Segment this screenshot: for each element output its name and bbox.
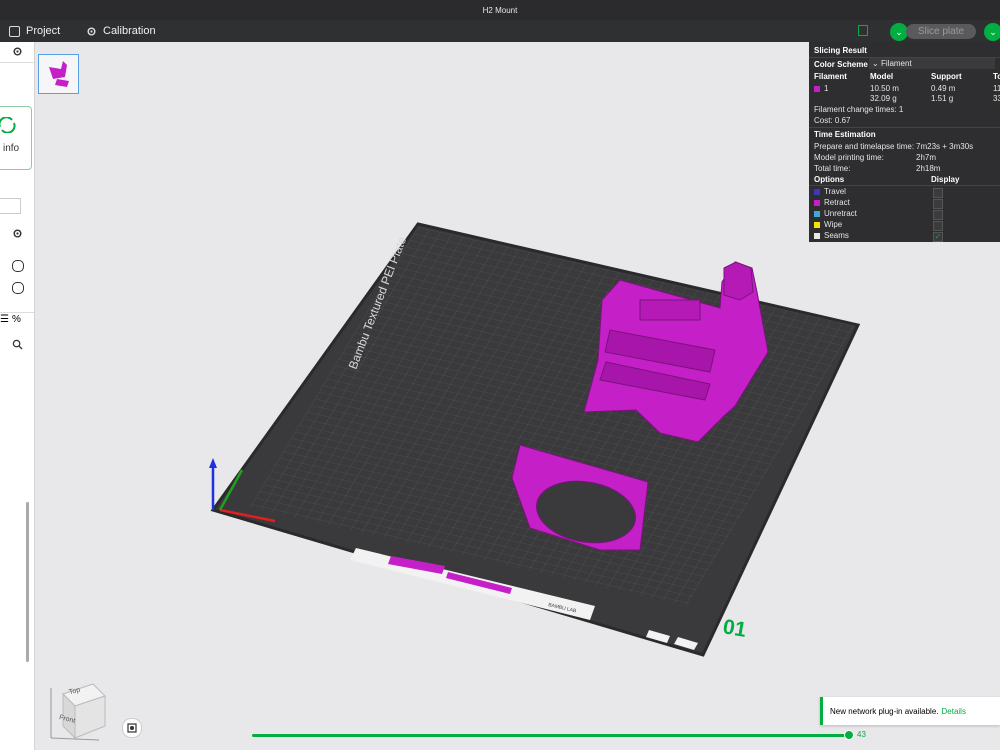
remove-icon[interactable] — [12, 260, 24, 272]
col-total: To — [993, 72, 1000, 81]
time-value: 2h7m — [916, 153, 937, 162]
window-title-bar: H2 Mount — [0, 0, 1000, 20]
col-support: Support — [931, 72, 962, 81]
printer-info-button[interactable]: info — [0, 106, 32, 170]
slice-plate-label: Slice plate — [917, 26, 965, 37]
toggle-seams[interactable]: ✓ — [933, 232, 943, 242]
plate-thumbnail-image — [49, 61, 69, 87]
menu-calibration-label: Calibration — [103, 25, 156, 37]
time-label: Prepare and timelapse time: — [814, 142, 915, 151]
menu-calibration[interactable]: Calibration — [86, 20, 156, 42]
remove-icon[interactable] — [12, 282, 24, 294]
check-icon: ✓ — [934, 232, 942, 241]
layer-slider-handle[interactable] — [844, 730, 854, 740]
search-icon[interactable] — [12, 339, 23, 350]
chevron-down-icon: ⌄ — [895, 26, 903, 37]
time-value: 7m23s + 3m30s — [916, 142, 974, 151]
option-wipe: Wipe — [824, 220, 843, 229]
color-scheme-value: Filament — [881, 59, 912, 68]
support-weight: 1.51 g — [931, 94, 954, 103]
notification-text: New network plug-in available. — [830, 706, 939, 716]
layer-slider-value: 43 — [857, 730, 866, 739]
total-weight: 33 — [993, 94, 1000, 103]
chevron-down-icon: ⌄ — [989, 26, 997, 37]
time-estimation-title: Time Estimation — [814, 130, 876, 139]
unretract-swatch — [814, 210, 820, 217]
time-value: 2h18m — [916, 164, 941, 173]
options-title: Options — [814, 175, 845, 184]
col-filament: Filament — [814, 72, 847, 81]
list-icon[interactable]: ☰ — [0, 314, 9, 325]
option-unretract: Unretract — [824, 209, 857, 218]
menu-project[interactable]: Project — [9, 20, 60, 42]
plate-grid — [249, 227, 856, 607]
time-label: Total time: — [814, 164, 851, 173]
info-label: info — [3, 143, 20, 154]
layer-slider-track[interactable] — [252, 734, 848, 737]
notification-details-link[interactable]: Details — [942, 707, 966, 716]
slice-plate-button[interactable]: Slice plate — [906, 24, 976, 39]
time-label: Model printing time: — [814, 153, 884, 162]
retract-swatch — [814, 199, 820, 206]
travel-swatch — [814, 188, 820, 195]
filament-change: Filament change times: 1 — [814, 105, 904, 114]
color-scheme-label: Color Scheme — [814, 60, 868, 69]
print-dropdown-button[interactable]: ⌄ — [984, 23, 1000, 41]
network-plugin-notification: New network plug-in available. Details — [820, 697, 1000, 725]
view-cube[interactable]: Top Front — [47, 682, 109, 742]
sidebar-scrollbar[interactable] — [26, 502, 29, 662]
toggle-wipe[interactable] — [933, 221, 943, 231]
slicing-result-title: Slicing Result — [814, 46, 867, 55]
slicing-result-panel: Slicing Result Color Scheme ⌄ Filament F… — [809, 42, 1000, 242]
gear-icon[interactable] — [12, 228, 23, 239]
gear-icon — [87, 26, 96, 36]
option-retract: Retract — [824, 198, 850, 207]
model-weight: 32.09 g — [870, 94, 897, 103]
filament-id: 1 — [814, 83, 828, 94]
menu-bar: Project Calibration — [0, 20, 1000, 42]
preview-layout-icon[interactable] — [858, 25, 868, 36]
toggle-travel[interactable] — [933, 188, 943, 198]
color-scheme-select[interactable]: ⌄ Filament — [869, 58, 995, 69]
plate-thumbnail[interactable] — [38, 54, 79, 94]
display-title: Display — [931, 175, 960, 184]
option-travel: Travel — [824, 187, 846, 196]
col-model: Model — [870, 72, 894, 81]
filter-input[interactable] — [0, 198, 21, 214]
fit-view-icon — [127, 723, 137, 733]
toggle-retract[interactable] — [933, 199, 943, 209]
left-sidebar: info ☰ % — [0, 42, 35, 750]
wipe-swatch — [814, 221, 820, 228]
fit-view-button[interactable] — [122, 718, 142, 738]
chevron-down-icon: ⌄ — [872, 59, 879, 68]
cost: Cost: 0.67 — [814, 116, 851, 125]
plate-number: 01 — [721, 615, 748, 642]
filament-swatch — [814, 85, 820, 92]
document-icon — [9, 25, 20, 37]
window-title: H2 Mount — [482, 5, 518, 15]
percent-icon[interactable]: % — [12, 314, 21, 325]
sync-icon — [0, 117, 16, 133]
settings-gear-icon[interactable] — [12, 46, 23, 57]
toggle-unretract[interactable] — [933, 210, 943, 220]
seams-swatch — [814, 232, 820, 239]
option-seams: Seams — [824, 231, 849, 240]
menu-project-label: Project — [26, 25, 61, 37]
